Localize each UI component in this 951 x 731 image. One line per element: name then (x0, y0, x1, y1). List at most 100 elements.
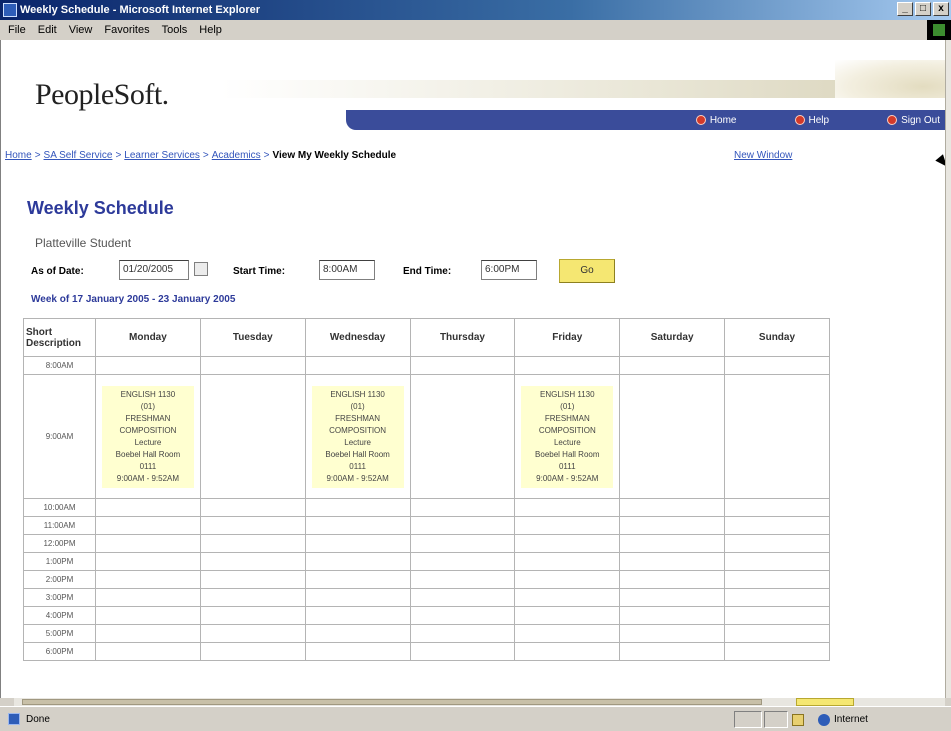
schedule-cell (409, 570, 516, 589)
close-button[interactable]: x (933, 2, 949, 16)
schedule-cell (514, 642, 621, 661)
table-row: 11:00AM (23, 516, 830, 535)
table-row: 8:00AM (23, 356, 830, 375)
mouse-cursor (935, 154, 945, 170)
schedule-cell (514, 552, 621, 571)
nav-home[interactable]: Home (695, 115, 737, 126)
lock-icon (792, 714, 804, 726)
page-title: Weekly Schedule (27, 198, 174, 218)
meeting-course: ENGLISH 1130 (120, 389, 176, 399)
crumb-separator: > (115, 150, 122, 161)
class-meeting-block[interactable]: ENGLISH 1130 (01) FRESHMAN COMPOSITION Lectu… (101, 385, 194, 488)
schedule-cell (409, 374, 516, 499)
schedule-cell (619, 570, 726, 589)
nav-help-label: Help (808, 114, 830, 126)
schedule-cell: ENGLISH 1130 (01) FRESHMAN COMPOSITION Lectu… (304, 374, 411, 499)
meeting-title-line1: FRESHMAN (125, 413, 171, 423)
schedule-cell (95, 642, 201, 661)
crumb-academics[interactable]: Academics (212, 150, 261, 161)
schedule-cell (724, 552, 830, 571)
meeting-time: 9:00AM - 9:52AM (326, 473, 389, 483)
class-meeting-block[interactable]: ENGLISH 1130 (01) FRESHMAN COMPOSITION Lectu… (521, 385, 614, 488)
meeting-room-line1: Boebel Hall Room (325, 449, 390, 459)
schedule-cell (199, 642, 306, 661)
end-time-label: End Time: (403, 266, 452, 277)
schedule-cell (724, 624, 830, 643)
class-meeting-block[interactable]: ENGLISH 1130 (01) FRESHMAN COMPOSITION Lectu… (311, 385, 404, 488)
meeting-room-line2: 0111 (349, 461, 366, 471)
table-row: 6:00PM (23, 642, 830, 661)
internet-zone-icon (818, 714, 830, 726)
ie-icon (3, 3, 17, 17)
schedule-cell (724, 516, 830, 535)
meeting-title-line2: COMPOSITION (329, 425, 387, 435)
go-button[interactable]: Go (559, 259, 615, 283)
schedule-cell (409, 588, 516, 607)
scroll-thumb[interactable] (22, 699, 762, 705)
meeting-course: ENGLISH 1130 (540, 389, 595, 399)
time-label: 6:00PM (23, 642, 96, 661)
weekly-schedule-table: Short Description Monday Tuesday Wednesd… (23, 318, 830, 661)
time-label: 5:00PM (23, 624, 96, 643)
schedule-cell (95, 570, 201, 589)
day-header-monday: Monday (95, 318, 201, 357)
time-label: 3:00PM (23, 588, 96, 607)
filter-row: As of Date: 01/20/2005 Start Time: 8:00A… (31, 259, 731, 284)
day-header-thursday: Thursday (409, 318, 516, 357)
schedule-cell (95, 606, 201, 625)
nav-help[interactable]: Help (794, 114, 830, 126)
schedule-cell (724, 356, 830, 375)
schedule-cell (199, 356, 306, 375)
crumb-separator: > (34, 150, 41, 161)
meeting-type: Lecture (134, 437, 162, 447)
start-time-input[interactable]: 8:00AM (319, 260, 375, 280)
schedule-cell (619, 374, 726, 499)
schedule-cell (619, 534, 726, 553)
sign-out-icon (887, 115, 898, 125)
meeting-time: 9:00AM - 9:52AM (116, 473, 180, 483)
table-row: 5:00PM (23, 624, 830, 643)
schedule-cell (514, 588, 621, 607)
menu-favorites[interactable]: Favorites (104, 20, 149, 40)
scroll-region-marker (796, 698, 854, 706)
menu-file[interactable]: File (8, 20, 26, 40)
crumb-home[interactable]: Home (5, 150, 32, 161)
schedule-cell (409, 498, 516, 517)
maximize-button[interactable]: □ (915, 2, 931, 16)
schedule-cell (199, 624, 306, 643)
meeting-title-line2: COMPOSITION (119, 425, 177, 435)
day-header-friday: Friday (514, 318, 621, 357)
schedule-cell: ENGLISH 1130 (01) FRESHMAN COMPOSITION Lectu… (95, 374, 201, 499)
help-icon (794, 115, 805, 125)
crumb-sa-self-service[interactable]: SA Self Service (44, 150, 113, 161)
day-header-tuesday: Tuesday (199, 318, 306, 357)
table-row: 9:00AM ENGLISH 1130 (01) FRESHMAN COMPOSITIO… (23, 374, 830, 499)
meeting-section: (01) (140, 401, 156, 411)
horizontal-scrollbar[interactable] (14, 698, 945, 706)
schedule-cell (304, 534, 411, 553)
time-label: 12:00PM (23, 534, 96, 553)
menu-edit[interactable]: Edit (38, 20, 57, 40)
meeting-section: (01) (560, 401, 575, 411)
schedule-cell (199, 570, 306, 589)
meeting-section: (01) (350, 401, 365, 411)
schedule-cell (95, 356, 201, 375)
crumb-learner-services[interactable]: Learner Services (124, 150, 200, 161)
nav-sign-out[interactable]: Sign Out (887, 115, 940, 126)
crumb-current: View My Weekly Schedule (272, 150, 397, 161)
day-header-wednesday: Wednesday (304, 318, 411, 357)
table-row: 4:00PM (23, 606, 830, 625)
menu-help[interactable]: Help (199, 20, 222, 40)
calendar-icon[interactable] (194, 262, 208, 276)
schedule-cell (619, 606, 726, 625)
as-of-date-input[interactable]: 01/20/2005 (119, 260, 189, 280)
vertical-scrollbar[interactable] (945, 40, 951, 698)
new-window-link[interactable]: New Window (734, 150, 792, 161)
end-time-input[interactable]: 6:00PM (481, 260, 537, 280)
meeting-time: 9:00AM - 9:52AM (536, 473, 599, 483)
status-text: Done (26, 714, 50, 725)
minimize-button[interactable]: _ (897, 2, 913, 16)
menu-tools[interactable]: Tools (162, 20, 188, 40)
menu-view[interactable]: View (69, 20, 93, 40)
schedule-cell (514, 498, 621, 517)
